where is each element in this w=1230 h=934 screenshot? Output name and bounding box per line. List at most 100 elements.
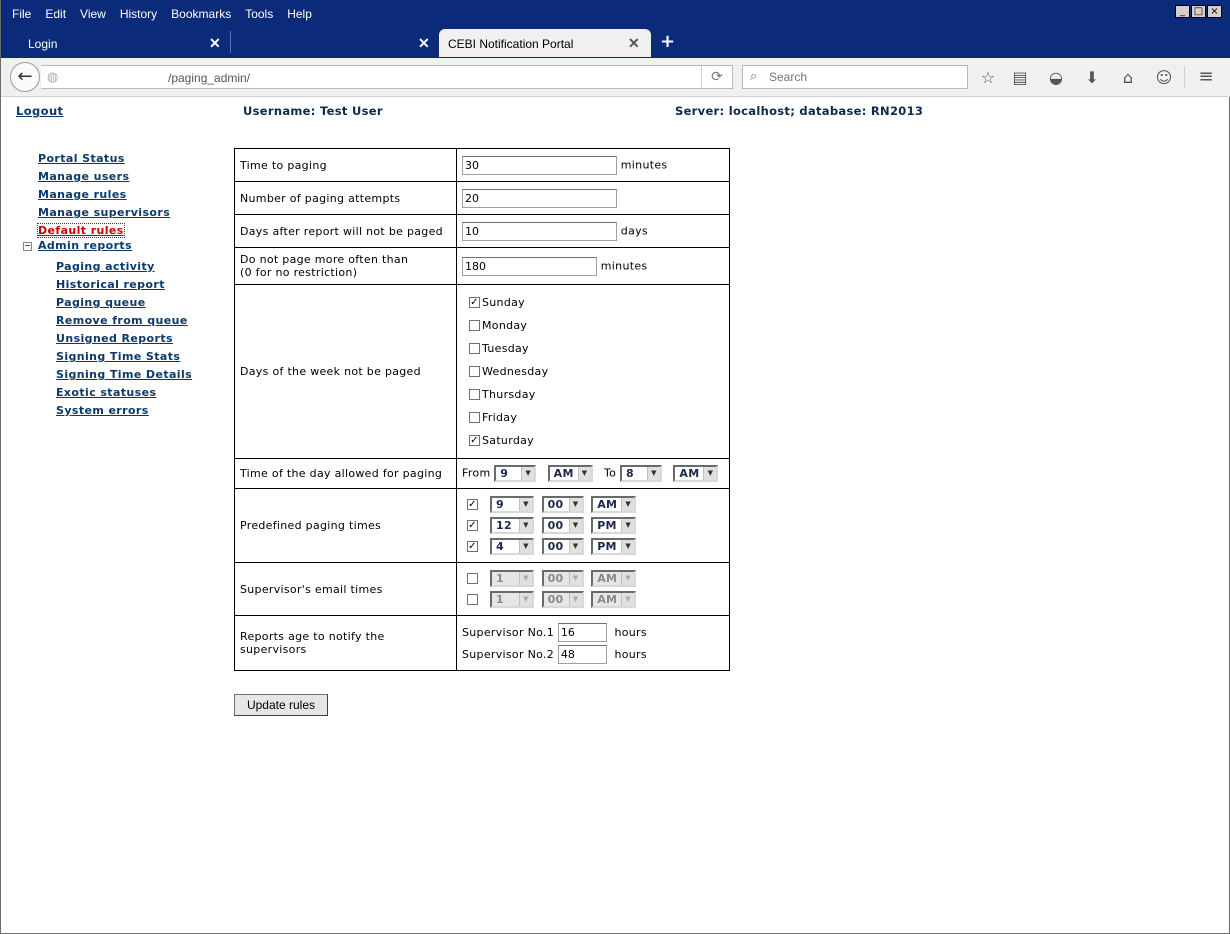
nav-portal-status[interactable]: Portal Status [38, 152, 125, 165]
tab-cebi-portal[interactable]: CEBI Notification Portal ✕ [439, 29, 651, 57]
nav-manage-users[interactable]: Manage users [38, 170, 129, 183]
close-window-icon[interactable]: × [1207, 5, 1222, 18]
allowed-time-cell: From 9 ▼ AM ▼ To 8 ▼ AM ▼ [456, 458, 730, 489]
time-to-paging-input[interactable] [462, 155, 617, 175]
minute-select[interactable]: 00 ▼ [541, 538, 584, 555]
to-hour-select[interactable]: 8 ▼ [620, 465, 663, 482]
default-rules-table: Time to paging minutes Number of paging … [234, 148, 730, 671]
hour-select[interactable]: 1 ▼ [490, 570, 534, 587]
table-row: Days of the week not be paged ✓ Sunday Mo… [234, 284, 730, 459]
friday-checkbox[interactable] [469, 412, 480, 423]
navigation-toolbar: ◍ /paging_admin/ ⟳ ← ⌕ ☆ ▤ ◒ ⬇ ⌂ ☺ ≡ [1, 58, 1230, 97]
smiley-icon[interactable]: ☺ [1154, 68, 1174, 87]
reload-icon[interactable]: ⟳ [701, 66, 732, 88]
tab-close-icon[interactable]: ✕ [628, 35, 640, 52]
collapse-minus-icon[interactable]: − [23, 242, 32, 251]
nav-signing-time-details[interactable]: Signing Time Details [56, 368, 192, 381]
hamburger-menu-icon[interactable]: ≡ [1196, 66, 1216, 87]
logout-link[interactable]: Logout [16, 104, 63, 118]
nav-remove-from-queue[interactable]: Remove from queue [56, 314, 188, 327]
update-rules-button[interactable]: Update rules [234, 694, 328, 716]
email-time-1-checkbox[interactable] [467, 573, 478, 584]
ampm-select[interactable]: PM ▼ [591, 517, 637, 534]
minute-select[interactable]: 00 ▼ [541, 496, 584, 513]
nav-manage-supervisors[interactable]: Manage supervisors [38, 206, 170, 219]
minimize-icon[interactable]: _ [1175, 5, 1190, 18]
nav-admin-reports[interactable]: Admin reports [38, 239, 132, 252]
from-hour-select[interactable]: 9 ▼ [494, 465, 537, 482]
select-value: AM [597, 572, 618, 585]
ampm-select[interactable]: AM ▼ [591, 591, 637, 608]
report-age-label: Reports age to notify the supervisors [234, 615, 457, 671]
home-icon[interactable]: ⌂ [1118, 68, 1138, 87]
monday-checkbox[interactable] [469, 320, 480, 331]
hour-select[interactable]: 4 ▼ [490, 538, 534, 555]
nav-unsigned-reports[interactable]: Unsigned Reports [56, 332, 173, 345]
tab-login[interactable]: Login ✕ [6, 29, 228, 57]
nav-historical-report[interactable]: Historical report [56, 278, 165, 291]
maximize-icon[interactable]: □ [1191, 5, 1206, 18]
dropdown-arrow-icon: ▼ [568, 519, 582, 532]
days-after-label: Days after report will not be paged [234, 214, 457, 248]
menu-history[interactable]: History [113, 3, 164, 23]
nav-paging-activity[interactable]: Paging activity [56, 260, 155, 273]
days-not-paged-label: Days of the week not be paged [234, 284, 457, 459]
search-input[interactable] [767, 69, 961, 85]
tab-blank[interactable]: ✕ [231, 29, 437, 57]
select-value: AM [553, 467, 574, 480]
wednesday-checkbox[interactable] [469, 366, 480, 377]
thursday-checkbox[interactable] [469, 389, 480, 400]
paging-attempts-input[interactable] [462, 188, 617, 208]
ampm-select[interactable]: PM ▼ [591, 538, 637, 555]
new-tab-icon[interactable]: + [660, 31, 675, 52]
ampm-select[interactable]: AM ▼ [591, 570, 637, 587]
saturday-checkbox[interactable]: ✓ [469, 435, 480, 446]
back-arrow-icon[interactable]: ← [10, 62, 40, 92]
select-value: 00 [547, 519, 564, 532]
search-box[interactable]: ⌕ [742, 65, 968, 89]
bookmark-star-icon[interactable]: ☆ [978, 68, 998, 87]
ampm-select[interactable]: AM ▼ [591, 496, 637, 513]
hour-select[interactable]: 12 ▼ [490, 517, 534, 534]
menu-bookmarks[interactable]: Bookmarks [164, 3, 238, 23]
tab-close-icon[interactable]: ✕ [418, 35, 430, 52]
download-arrow-icon[interactable]: ⬇ [1082, 68, 1102, 87]
days-after-input[interactable] [462, 221, 617, 241]
nav-default-rules[interactable]: Default rules [37, 223, 125, 238]
tab-close-icon[interactable]: ✕ [209, 35, 221, 52]
dropdown-arrow-icon: ▼ [568, 572, 582, 585]
select-value: AM [597, 593, 618, 606]
minute-select[interactable]: 00 ▼ [541, 591, 584, 608]
minute-select[interactable]: 00 ▼ [541, 517, 584, 534]
menu-help[interactable]: Help [280, 3, 319, 23]
nav-system-errors[interactable]: System errors [56, 404, 149, 417]
email-time-2-checkbox[interactable] [467, 594, 478, 605]
menu-file[interactable]: File [5, 3, 38, 23]
nav-exotic-statuses[interactable]: Exotic statuses [56, 386, 156, 399]
hour-select[interactable]: 1 ▼ [490, 591, 534, 608]
nav-paging-queue[interactable]: Paging queue [56, 296, 146, 309]
min-interval-input[interactable] [462, 256, 597, 276]
pocket-icon[interactable]: ◒ [1046, 68, 1066, 87]
sunday-checkbox[interactable]: ✓ [469, 297, 480, 308]
menu-edit[interactable]: Edit [38, 3, 73, 23]
supervisor-2-hours-input[interactable] [557, 644, 607, 664]
menu-tools[interactable]: Tools [238, 3, 280, 23]
nav-signing-time-stats[interactable]: Signing Time Stats [56, 350, 180, 363]
predefined-time-1-checkbox[interactable]: ✓ [467, 499, 478, 510]
predefined-time-2-checkbox[interactable]: ✓ [467, 520, 478, 531]
predefined-time-3-checkbox[interactable]: ✓ [467, 541, 478, 552]
hour-select[interactable]: 9 ▼ [490, 496, 534, 513]
dropdown-arrow-icon: ▼ [519, 498, 532, 511]
tuesday-checkbox[interactable] [469, 343, 480, 354]
from-ampm-select[interactable]: AM ▼ [547, 465, 593, 482]
to-ampm-select[interactable]: AM ▼ [673, 465, 719, 482]
address-bar[interactable]: ◍ /paging_admin/ ⟳ [41, 65, 733, 89]
nav-manage-rules[interactable]: Manage rules [38, 188, 127, 201]
minute-select[interactable]: 00 ▼ [541, 570, 584, 587]
supervisor-1-hours-input[interactable] [557, 622, 607, 642]
list-item: ✓ 12 ▼ 00 ▼ PM ▼ [467, 515, 724, 536]
reading-list-icon[interactable]: ▤ [1010, 68, 1030, 87]
server-label: Server: localhost; database: RN2013 [675, 104, 924, 118]
menu-view[interactable]: View [73, 3, 113, 23]
